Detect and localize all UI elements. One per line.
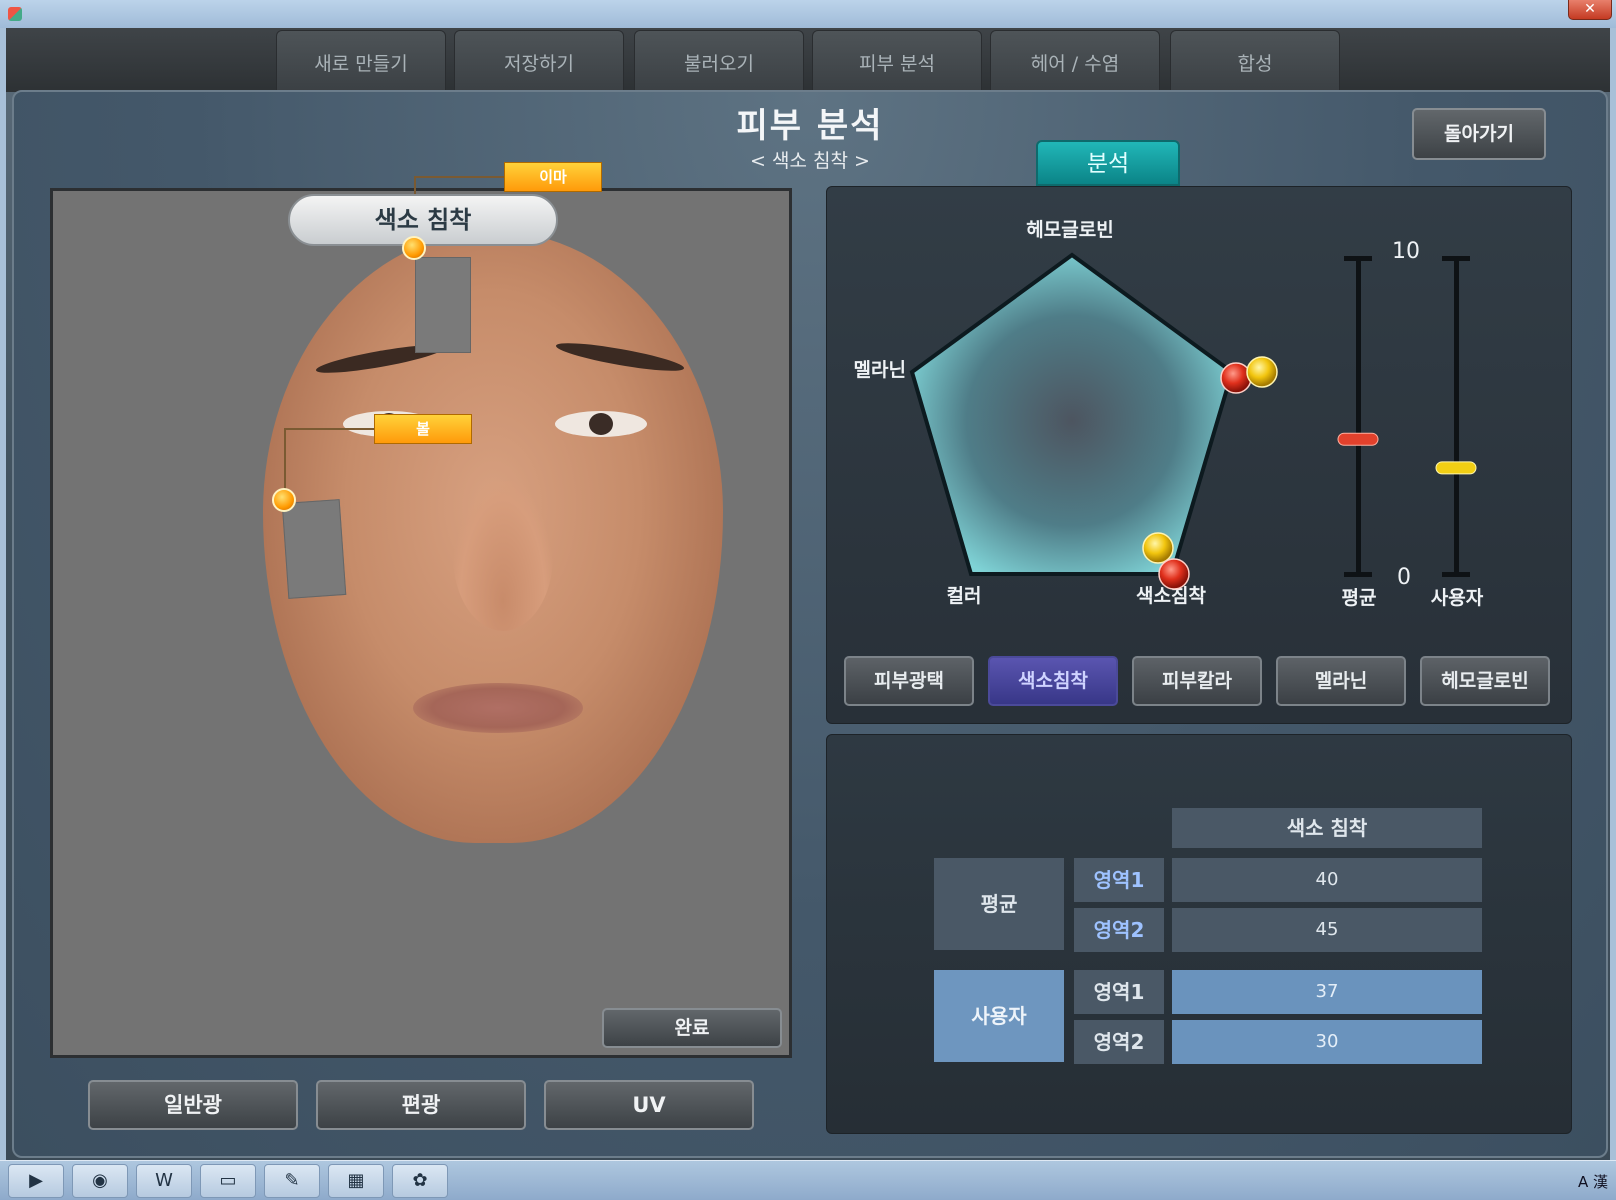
- radar-pentagon: [909, 252, 1235, 576]
- taskbar: ▶ ◉ W ▭ ✎ ▦ ✿ A 漢: [0, 1160, 1616, 1200]
- radar-marker-user-right: [1246, 356, 1278, 388]
- forehead-pin[interactable]: [402, 236, 426, 260]
- normal-light-button[interactable]: 일반광: [88, 1080, 298, 1130]
- user-slider-handle[interactable]: [1435, 461, 1477, 475]
- uv-light-button[interactable]: UV: [544, 1080, 754, 1130]
- forehead-leader-line-h: [414, 176, 504, 178]
- app-icon[interactable]: ✎: [264, 1164, 320, 1198]
- menu-tab-save[interactable]: 저장하기: [454, 30, 624, 92]
- chrome-icon[interactable]: ◉: [72, 1164, 128, 1198]
- cheek-tag: 볼: [374, 414, 472, 444]
- user-slider-label: 사용자: [1431, 587, 1484, 609]
- radar-and-sliders: 헤모글로빈 색소침착 컬러 멜라닌 10 0 평균 사용자: [854, 219, 1484, 609]
- radar-marker-average-pigmentation: [1158, 558, 1190, 590]
- mouth: [413, 683, 583, 733]
- office-icon[interactable]: ▦: [328, 1164, 384, 1198]
- results-user-value-1: 37: [1172, 970, 1482, 1014]
- metric-button-melanin[interactable]: 멜라닌: [1276, 656, 1406, 706]
- right-eyebrow: [554, 337, 686, 377]
- radar-label-melanin: 멜라닌: [854, 359, 906, 381]
- right-eye: [555, 411, 647, 437]
- forehead-region-patch: [415, 257, 471, 353]
- media-player-icon[interactable]: ▶: [8, 1164, 64, 1198]
- metric-button-skin-color[interactable]: 피부칼라: [1132, 656, 1262, 706]
- metric-button-hemoglobin[interactable]: 헤모글로빈: [1420, 656, 1550, 706]
- forehead-tag: 이마: [504, 162, 602, 192]
- window-titlebar: ✕: [0, 0, 1616, 28]
- app-icon: [8, 7, 22, 21]
- monitor-icon[interactable]: ▭: [200, 1164, 256, 1198]
- results-user-value-2: 30: [1172, 1020, 1482, 1064]
- system-tray[interactable]: A 漢: [1578, 1171, 1608, 1192]
- radar-marker-user-pigmentation: [1142, 532, 1174, 564]
- radar-label-color: 컬러: [947, 585, 982, 607]
- radar-marker-average-right: [1220, 362, 1252, 394]
- page-title: 피부 분석: [736, 106, 884, 146]
- user-slider-track: [1454, 258, 1459, 576]
- radar-label-hemoglobin: 헤모글로빈: [1026, 219, 1113, 241]
- results-column-header: 색소 침착: [1172, 808, 1482, 848]
- average-slider-handle[interactable]: [1337, 432, 1379, 446]
- results-user-area-2: 영역2: [1074, 1020, 1164, 1064]
- results-average-label: 평균: [934, 858, 1064, 950]
- metric-button-skin-gloss[interactable]: 피부광택: [844, 656, 974, 706]
- results-average-area-2: 영역2: [1074, 908, 1164, 952]
- menu-tab-new[interactable]: 새로 만들기: [276, 30, 446, 92]
- average-slider-label: 평균: [1342, 587, 1377, 609]
- word-icon[interactable]: W: [136, 1164, 192, 1198]
- paint-icon[interactable]: ✿: [392, 1164, 448, 1198]
- results-average-value-1: 40: [1172, 858, 1482, 902]
- polarized-light-button[interactable]: 편광: [316, 1080, 526, 1130]
- menu-tab-load[interactable]: 불러오기: [634, 30, 804, 92]
- cheek-leader-line-h: [284, 428, 374, 430]
- menu-tab-composite[interactable]: 합성: [1170, 30, 1340, 92]
- top-menu-bar: [6, 28, 1610, 92]
- results-user-label: 사용자: [934, 970, 1064, 1062]
- window-close-button[interactable]: ✕: [1568, 0, 1612, 20]
- results-average-area-1: 영역1: [1074, 858, 1164, 902]
- menu-tab-hair-beard[interactable]: 헤어 / 수염: [990, 30, 1160, 92]
- back-button[interactable]: 돌아가기: [1412, 108, 1546, 160]
- nose: [453, 481, 553, 631]
- results-average-value-2: 45: [1172, 908, 1482, 952]
- cheek-region-patch: [281, 499, 347, 599]
- average-slider-track: [1356, 258, 1361, 576]
- menu-tab-skin-analysis[interactable]: 피부 분석: [812, 30, 982, 92]
- slider-max-label: 10: [1392, 239, 1420, 264]
- page-subtitle: < 색소 침착 >: [750, 150, 870, 172]
- done-button[interactable]: 완료: [602, 1008, 782, 1048]
- results-user-area-1: 영역1: [1074, 970, 1164, 1014]
- cheek-pin[interactable]: [272, 488, 296, 512]
- analysis-type-bubble: 색소 침착: [288, 194, 558, 246]
- face-viewer: [50, 188, 792, 1058]
- analysis-tab[interactable]: 분석: [1036, 140, 1180, 186]
- metric-button-pigmentation[interactable]: 색소침착: [988, 656, 1118, 706]
- slider-min-label: 0: [1397, 565, 1411, 590]
